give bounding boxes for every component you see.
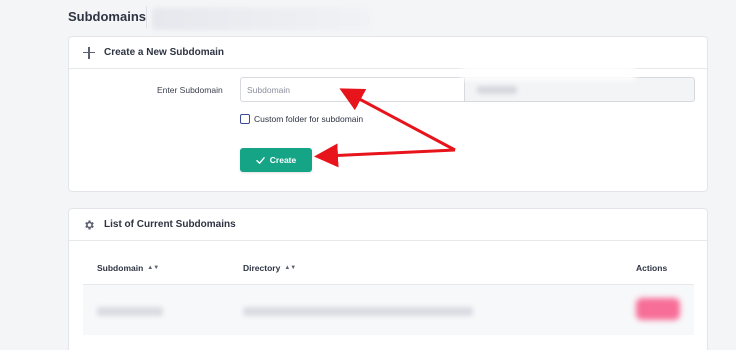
redacted-domain-text	[477, 86, 517, 94]
custom-folder-checkbox[interactable]	[240, 114, 250, 124]
plus-icon	[83, 46, 95, 59]
column-directory-label: Directory	[243, 263, 281, 273]
gear-icon	[83, 219, 95, 231]
column-subdomain[interactable]: Subdomain ▲▼	[97, 263, 159, 273]
redacted-breadcrumb	[152, 8, 370, 30]
column-subdomain-label: Subdomain	[97, 263, 144, 273]
subdomain-list-title: List of Current Subdomains	[104, 219, 236, 230]
table-row	[83, 285, 694, 335]
sort-icon: ▲▼	[284, 265, 297, 271]
create-button[interactable]: Create	[240, 148, 312, 172]
domain-select-redacted[interactable]	[464, 77, 695, 102]
subdomain-list-header: List of Current Subdomains	[69, 209, 707, 241]
page-title: Subdomains	[68, 9, 147, 24]
redacted-subdomain-cell	[97, 307, 163, 316]
create-button-label: Create	[269, 155, 297, 165]
column-directory[interactable]: Directory ▲▼	[243, 263, 296, 273]
column-actions-label: Actions	[636, 263, 668, 273]
create-subdomain-title: Create a New Subdomain	[104, 47, 225, 58]
redacted-action-button[interactable]	[636, 298, 680, 320]
create-subdomain-card: Create a New Subdomain Enter Subdomain C…	[68, 36, 708, 192]
custom-folder-label: Custom folder for subdomain	[254, 114, 364, 124]
table-header: Subdomain ▲▼ Directory ▲▼ Actions	[83, 241, 694, 285]
column-actions: Actions	[636, 263, 667, 273]
subdomain-list-card: List of Current Subdomains Subdomain ▲▼ …	[68, 208, 708, 350]
custom-folder-option[interactable]: Custom folder for subdomain	[240, 114, 363, 124]
redacted-directory-cell	[243, 307, 473, 316]
subdomain-input[interactable]	[240, 77, 466, 102]
sort-icon: ▲▼	[147, 265, 160, 271]
title-divider	[146, 6, 147, 28]
create-subdomain-header[interactable]: Create a New Subdomain	[69, 37, 707, 69]
check-icon	[255, 156, 265, 165]
enter-subdomain-label: Enter Subdomain	[157, 85, 223, 95]
redaction-overlay	[461, 67, 636, 80]
